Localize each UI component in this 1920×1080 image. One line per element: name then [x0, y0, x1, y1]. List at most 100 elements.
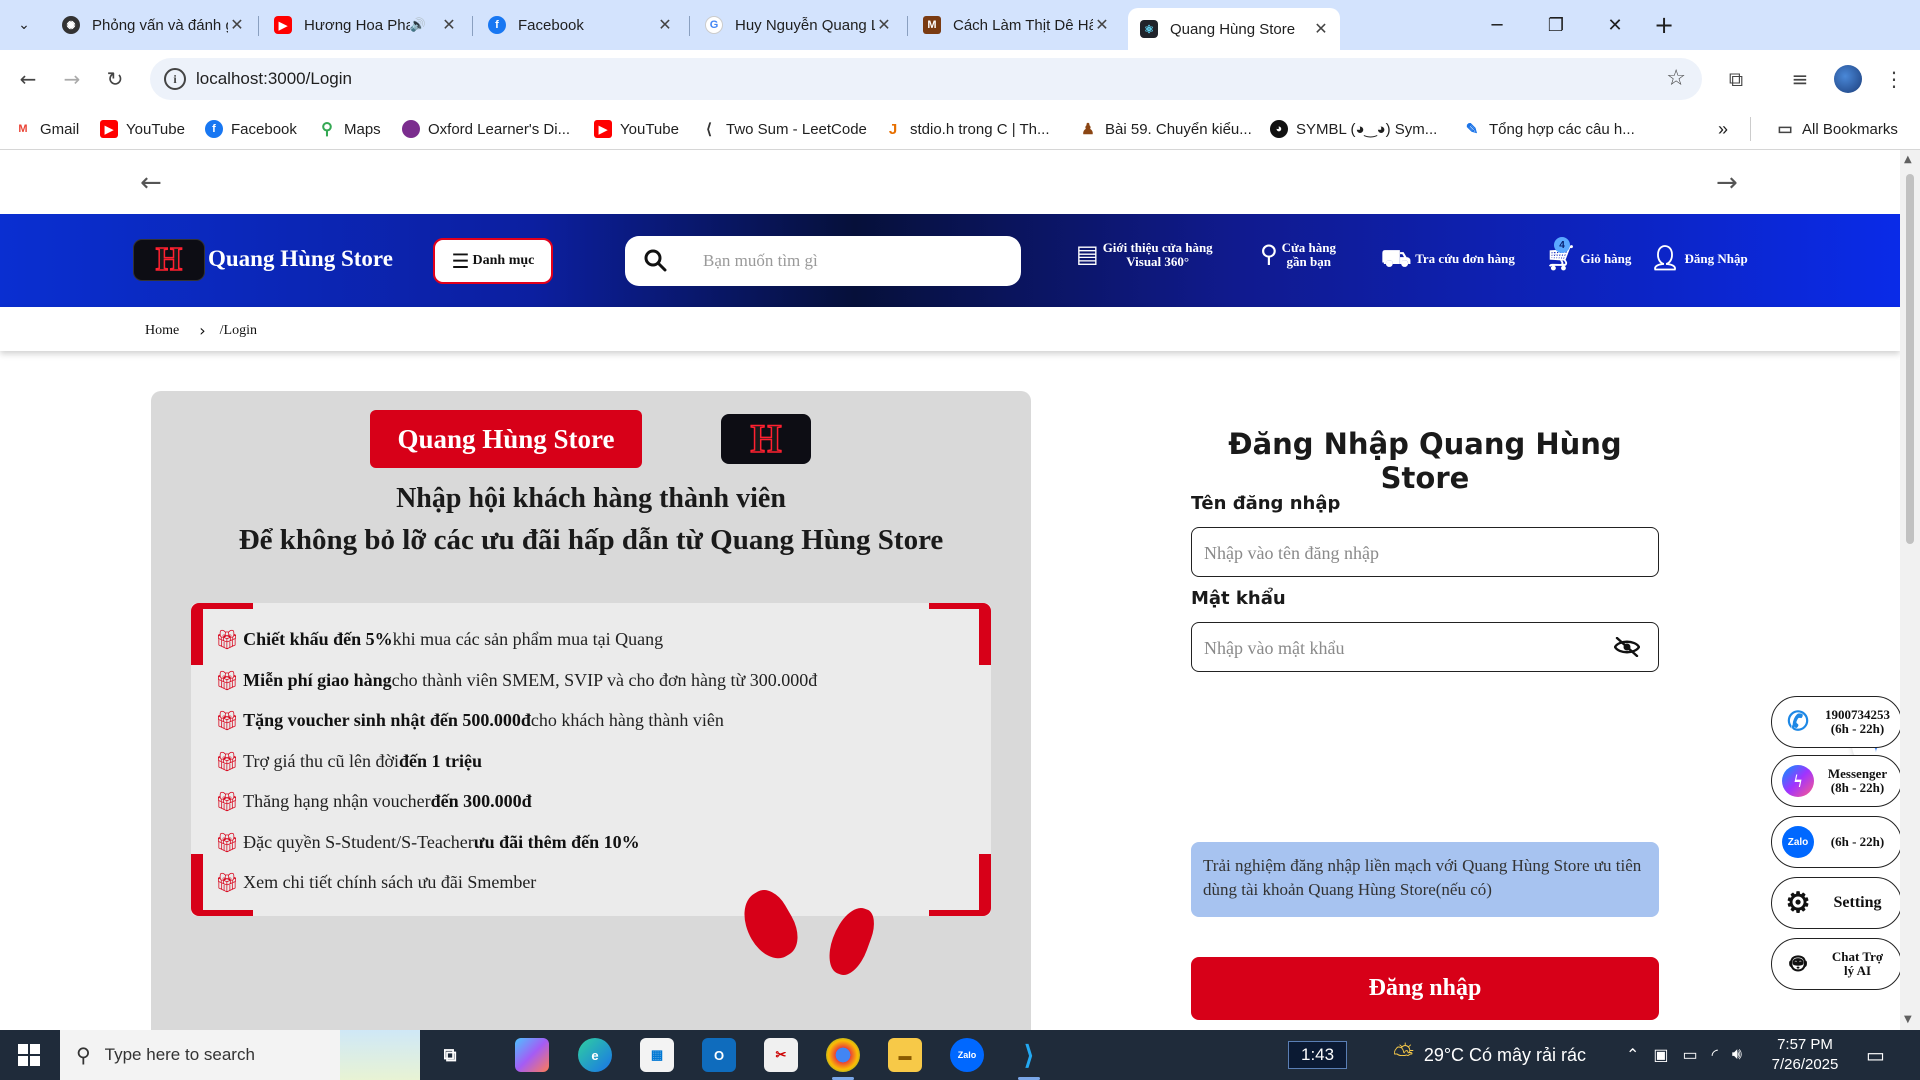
ai-chat-button[interactable]: 🤖︎ Chat Trợ lý AI — [1771, 938, 1900, 990]
category-menu-button[interactable]: ☰ Danh mục — [433, 238, 553, 284]
perk-item: 🎁︎ Tặng voucher sinh nhật đến 500.000đ c… — [215, 709, 724, 732]
bookmark-item[interactable]: ⚲ Maps — [318, 117, 381, 141]
chevron-up-icon[interactable]: ⌃ — [1626, 1045, 1639, 1065]
battery-icon[interactable]: ▭ — [1683, 1045, 1698, 1065]
nearby-store-link[interactable]: ⚲ Cửa hàng gần bạn — [1260, 241, 1336, 268]
login-link[interactable]: 👤︎ Đăng Nhập — [1650, 245, 1748, 271]
weather-widget[interactable]: ⛅︎ 29°C Có mây rải rác — [1393, 1030, 1586, 1080]
bookmark-item[interactable]: ⟨ Two Sum - LeetCode — [700, 117, 867, 141]
close-icon[interactable]: ✕ — [1312, 19, 1330, 39]
tab-search-button[interactable]: ⌄ — [8, 9, 40, 41]
arrow-right-icon[interactable]: → — [1716, 168, 1738, 198]
media-controls-icon[interactable]: ≡ — [1784, 63, 1816, 95]
bookmark-item[interactable]: Jstdio.h trong C | Th... — [884, 117, 1050, 141]
outlook-icon[interactable]: O — [702, 1038, 736, 1072]
taskbar-search[interactable]: ⚲ Type here to search — [60, 1030, 420, 1080]
close-icon[interactable]: ✕ — [656, 15, 674, 35]
system-clock[interactable]: 7:57 PM 7/26/2025 — [1760, 1030, 1850, 1080]
bookmark-item[interactable]: ✎ Tổng hợp các câu h... — [1463, 117, 1635, 141]
bookmark-item[interactable]: ♟ Bài 59. Chuyển kiểu... — [1079, 117, 1252, 141]
chrome-icon[interactable] — [826, 1038, 860, 1080]
breadcrumb-bar: Home › /Login — [0, 307, 1900, 351]
wifi-icon[interactable]: ◜ — [1712, 1045, 1718, 1065]
scroll-thumb[interactable] — [1906, 174, 1914, 544]
close-icon[interactable]: ✕ — [1093, 15, 1111, 35]
search-input[interactable] — [703, 248, 993, 274]
url-text[interactable]: localhost:3000/Login — [196, 69, 352, 89]
store-intro-link[interactable]: ▤ Giới thiệu cửa hàng Visual 360° — [1076, 241, 1213, 268]
hotline-button[interactable]: ✆ 1900734253 (6h - 22h) — [1771, 696, 1900, 748]
person-icon: ♟ — [1081, 121, 1095, 138]
browser-tab[interactable]: f Facebook ✕ — [476, 8, 684, 42]
reload-button[interactable]: ↻ — [99, 63, 131, 95]
eye-slash-icon[interactable] — [1614, 637, 1640, 657]
scroll-up-icon[interactable]: ▲ — [1904, 154, 1912, 165]
back-button[interactable]: ← — [12, 63, 44, 95]
bookmark-item[interactable]: Oxford Learner's Di... — [402, 117, 570, 141]
perk-item[interactable]: 🎁︎ Xem chi tiết chính sách ưu đãi Smembe… — [215, 867, 536, 897]
close-window-button[interactable]: ✕ — [1586, 0, 1644, 50]
breadcrumb-home[interactable]: Home — [145, 323, 179, 339]
system-tray-icons[interactable]: ⌃ ▣ ▭ ◜ 🔊︎ — [1626, 1030, 1742, 1080]
browser-tab-active[interactable]: ⚛ Quang Hùng Store ✕ — [1128, 8, 1340, 50]
bookmark-item[interactable]: ◕ SYMBL (◕‿◕) Sym... — [1270, 117, 1437, 141]
password-field[interactable] — [1191, 622, 1659, 672]
notification-icon[interactable]: ▭ — [1866, 1030, 1885, 1080]
browser-tab[interactable]: ✺ Phỏng vấn và đánh giá CV ✕ — [50, 8, 256, 42]
bookmark-item[interactable]: ▶ YouTube — [100, 117, 185, 141]
minimize-button[interactable]: ─ — [1468, 0, 1526, 50]
all-bookmarks-button[interactable]: ▭ All Bookmarks — [1776, 117, 1897, 141]
more-menu-icon[interactable]: ⋮ — [1878, 63, 1910, 95]
start-button[interactable] — [0, 1030, 58, 1080]
page-scrollbar[interactable]: ▲ ▼ — [1900, 150, 1920, 1030]
search-highlight-image — [340, 1030, 420, 1080]
restore-button[interactable]: ❐ — [1527, 0, 1585, 50]
clock-badge[interactable]: 1:43 — [1288, 1030, 1348, 1080]
messenger-button[interactable]: ϟ Messenger (8h - 22h) — [1771, 755, 1900, 807]
browser-tab[interactable]: ▶ Hương Hoa Phai Tàn (T 🔊 ✕ — [262, 8, 468, 42]
store-logo[interactable]: H — [133, 239, 205, 281]
site-info-icon[interactable]: i — [164, 68, 186, 90]
bookmark-item[interactable]: M Gmail — [14, 117, 79, 141]
edge-icon[interactable]: e — [578, 1038, 612, 1072]
extensions-icon[interactable]: ⧉ — [1720, 63, 1752, 95]
arrow-left-icon[interactable]: ← — [140, 168, 162, 198]
close-icon[interactable]: ✕ — [228, 15, 246, 35]
search-icon[interactable] — [643, 248, 667, 272]
bookmark-star-icon[interactable]: ☆ — [1666, 66, 1686, 91]
close-icon[interactable]: ✕ — [875, 15, 893, 35]
store-icon[interactable]: ▦ — [640, 1038, 674, 1072]
google-icon: G — [705, 16, 723, 34]
scroll-down-icon[interactable]: ▼ — [1904, 1014, 1912, 1025]
zalo-button[interactable]: Zalo (6h - 22h) — [1771, 816, 1900, 868]
store-name[interactable]: Quang Hùng Store — [208, 246, 393, 272]
cart-count-badge: 4 — [1554, 237, 1570, 253]
close-icon[interactable]: ✕ — [440, 15, 458, 35]
volume-icon[interactable]: 🔊︎ — [1732, 1046, 1742, 1064]
speaker-icon[interactable]: 🔊 — [410, 17, 426, 33]
file-explorer-icon[interactable]: ▬ — [888, 1038, 922, 1072]
login-submit-button[interactable]: Đăng nhập — [1191, 957, 1659, 1020]
address-bar[interactable]: i localhost:3000/Login ☆ — [150, 58, 1702, 100]
username-input[interactable] — [1204, 540, 1604, 566]
task-view-icon[interactable]: ⧉ — [433, 1038, 467, 1072]
browser-tab[interactable]: M Cách Làm Thịt Dê Hấp Lá T ✕ — [911, 8, 1121, 42]
username-field[interactable] — [1191, 527, 1659, 577]
track-order-link[interactable]: ⛟ Tra cứu đơn hàng — [1381, 245, 1515, 271]
paint-icon[interactable]: ✂ — [764, 1038, 798, 1072]
password-input[interactable] — [1204, 635, 1604, 661]
vscode-icon[interactable]: ⟩ — [1012, 1038, 1046, 1080]
setting-button[interactable]: ⚙ Setting — [1771, 877, 1900, 929]
meet-icon[interactable]: ▣ — [1653, 1045, 1668, 1065]
bookmark-item[interactable]: ▶ YouTube — [594, 117, 679, 141]
profile-avatar[interactable] — [1834, 65, 1862, 93]
search-box[interactable] — [625, 236, 1021, 286]
copilot-icon[interactable] — [515, 1038, 549, 1072]
promo-panel: Quang Hùng Store H Nhập hội khách hàng t… — [151, 391, 1031, 1030]
bookmark-item[interactable]: f Facebook — [205, 117, 297, 141]
new-tab-button[interactable]: + — [1648, 9, 1680, 41]
forward-button[interactable]: → — [56, 63, 88, 95]
zalo-icon[interactable]: Zalo — [950, 1038, 984, 1072]
more-bookmarks-chevron-icon[interactable]: » — [1718, 117, 1728, 141]
browser-tab[interactable]: G Huy Nguyễn Quang Lập trì ✕ — [693, 8, 903, 42]
